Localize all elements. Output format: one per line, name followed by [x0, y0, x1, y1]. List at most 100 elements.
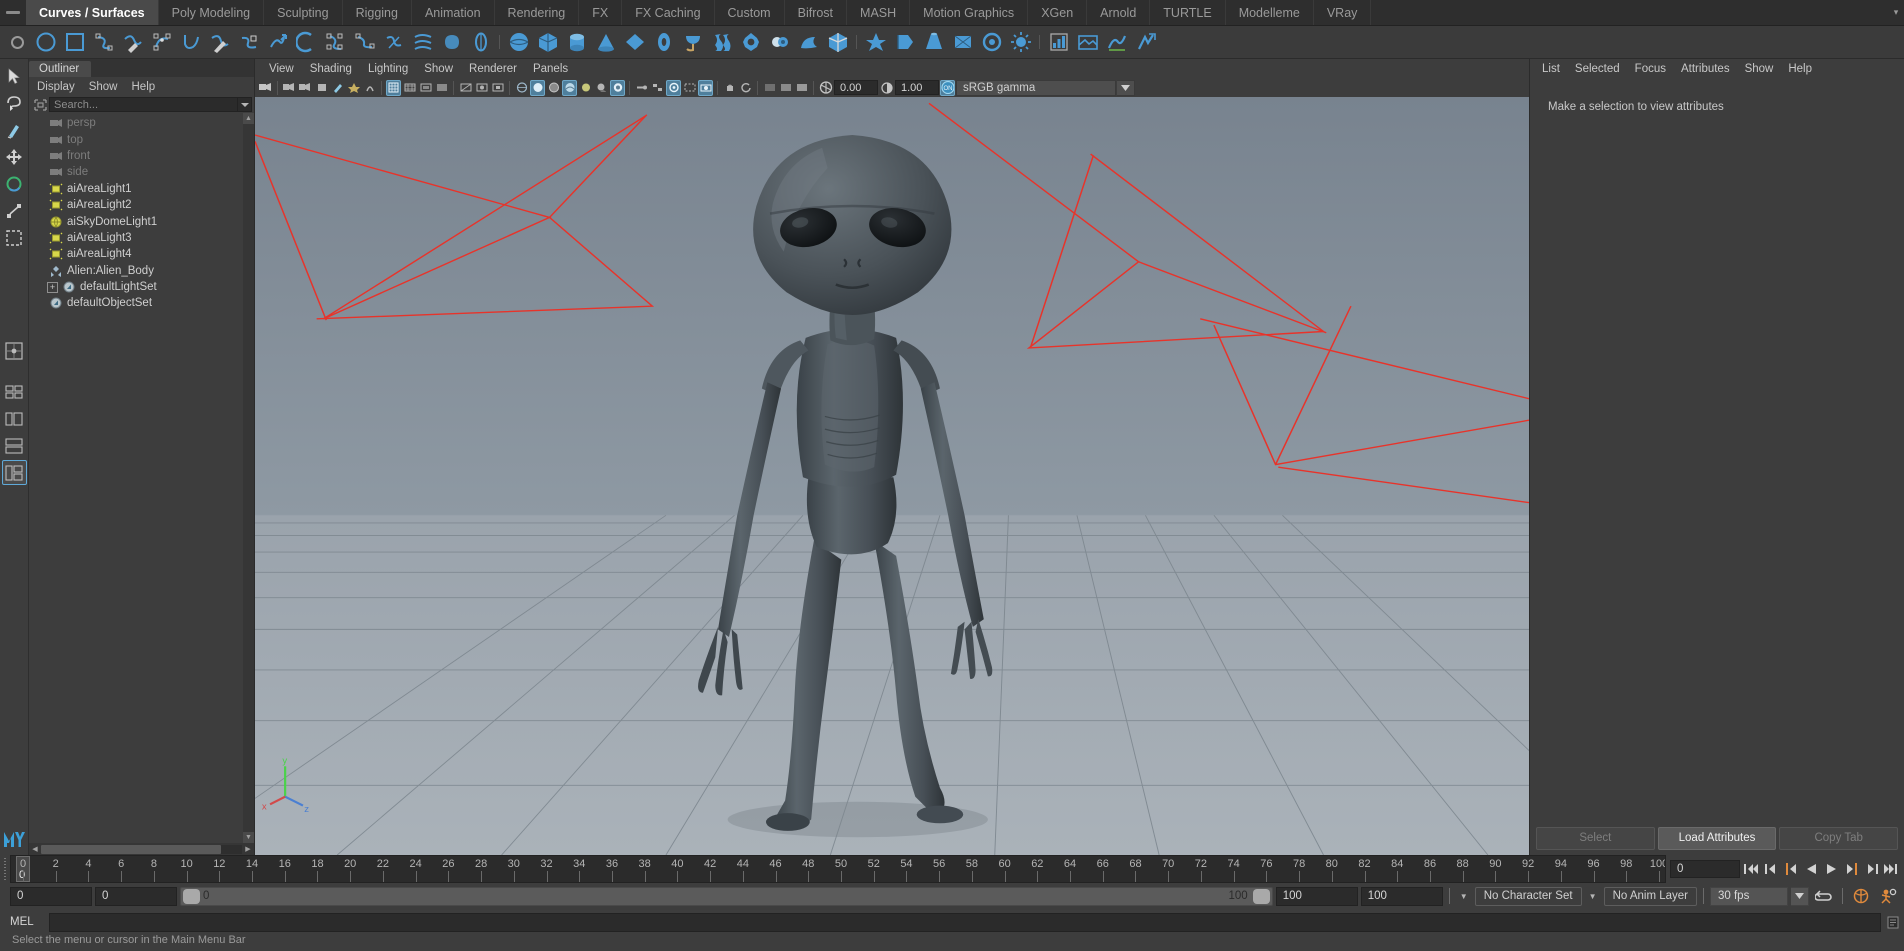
outliner-horizontal-scrollbar[interactable]: ◀ ▶ — [29, 843, 254, 855]
paint-effects-icon[interactable] — [346, 80, 361, 96]
snapshot-icon[interactable] — [698, 79, 713, 96]
xray-active-components-icon[interactable] — [490, 80, 505, 96]
outliner-item-aiarealight3[interactable]: aiAreaLight3 — [29, 230, 254, 246]
nurbs-square-icon[interactable] — [61, 29, 88, 56]
scroll-track[interactable] — [41, 844, 242, 854]
layout-hypershade-icon[interactable] — [1, 460, 27, 485]
range-slider-bar[interactable]: 0 100 — [180, 886, 1273, 906]
render-settings-icon[interactable] — [1103, 29, 1130, 56]
poly-torus-icon[interactable] — [650, 29, 677, 56]
grease-pencil-icon[interactable] — [330, 80, 345, 96]
bezier-curve-tool-icon[interactable] — [148, 29, 175, 56]
outliner-item-persp[interactable]: persp — [29, 115, 254, 131]
light-volume-icon[interactable] — [978, 29, 1005, 56]
outliner-item-aiarealight4[interactable]: aiAreaLight4 — [29, 246, 254, 262]
go-to-start-icon[interactable] — [1742, 859, 1760, 879]
outliner-menu-help[interactable]: Help — [132, 81, 156, 93]
outliner-item-defaultobjectset[interactable]: defaultObjectSet — [29, 295, 254, 311]
range-slider-left-knob[interactable] — [183, 888, 200, 904]
scroll-down-icon[interactable]: ▼ — [243, 832, 254, 843]
tab-turtle[interactable]: TURTLE — [1150, 0, 1226, 25]
scroll-right-icon[interactable]: ▶ — [242, 845, 254, 853]
rebuild-curve-icon[interactable] — [351, 29, 378, 56]
light-spot-icon[interactable] — [920, 29, 947, 56]
last-tool-used-icon[interactable] — [2, 225, 27, 250]
color-space-select[interactable]: sRGB gamma — [956, 79, 1116, 96]
tabbar-drag-handle[interactable] — [0, 0, 26, 25]
select-camera-icon[interactable] — [258, 80, 273, 96]
revolve-icon[interactable] — [467, 29, 494, 56]
poly-cube-icon[interactable] — [534, 29, 561, 56]
chevron-down-icon[interactable]: ▾ — [1888, 0, 1904, 25]
expand-icon[interactable]: + — [47, 281, 58, 293]
detach-curves-icon[interactable] — [264, 29, 291, 56]
light-ambient-icon[interactable] — [1007, 29, 1034, 56]
render-graph-icon[interactable] — [1045, 29, 1072, 56]
script-editor-icon[interactable] — [1886, 913, 1900, 932]
time-slider-grip[interactable] — [0, 855, 10, 883]
viewport-display-icon[interactable] — [778, 80, 793, 96]
character-set-chevron-icon[interactable]: ▼ — [1456, 887, 1472, 906]
step-forward-keyframe-icon[interactable] — [1862, 859, 1880, 879]
tab-modelleme[interactable]: Modelleme — [1226, 0, 1314, 25]
filter-icon[interactable] — [31, 97, 49, 112]
outliner-menu-show[interactable]: Show — [89, 81, 118, 93]
poly-plane-icon[interactable] — [621, 29, 648, 56]
outliner-tab[interactable]: Outliner — [29, 61, 92, 77]
layout-persp-graph-icon[interactable] — [2, 433, 27, 458]
tab-rigging[interactable]: Rigging — [343, 0, 412, 25]
use-lights-icon[interactable] — [578, 80, 593, 96]
resolution-gate-icon[interactable] — [418, 80, 433, 96]
outliner-list[interactable]: persp top front side aiAreaLight1 aiArea… — [29, 113, 254, 843]
step-back-frame-icon[interactable] — [1782, 859, 1800, 879]
tab-fx[interactable]: FX — [579, 0, 623, 25]
lasso-tool-icon[interactable] — [2, 90, 27, 115]
viewport-menu-lighting[interactable]: Lighting — [368, 63, 408, 75]
outliner-menu-display[interactable]: Display — [37, 81, 75, 93]
anim-layer-field[interactable]: No Anim Layer — [1603, 886, 1697, 906]
range-end-input[interactable]: 100 — [1275, 886, 1358, 906]
hypershade-icon[interactable] — [1132, 29, 1159, 56]
offset-curve-icon[interactable] — [322, 29, 349, 56]
nurbs-circle-icon[interactable] — [32, 29, 59, 56]
viewport-menu-show[interactable]: Show — [424, 63, 453, 75]
scroll-left-icon[interactable]: ◀ — [29, 845, 41, 853]
outliner-item-aiarealight2[interactable]: aiAreaLight2 — [29, 197, 254, 213]
select-tool-icon[interactable] — [2, 63, 27, 88]
planar-icon[interactable] — [438, 29, 465, 56]
layout-single-perspective-icon[interactable] — [2, 338, 27, 363]
paint-select-tool-icon[interactable] — [2, 117, 27, 142]
go-to-end-icon[interactable] — [1882, 859, 1900, 879]
tab-arnold[interactable]: Arnold — [1087, 0, 1151, 25]
poly-prism-icon[interactable] — [708, 29, 735, 56]
pencil-curve-tool-icon[interactable] — [119, 29, 146, 56]
shaded-wireframe-icon[interactable] — [546, 80, 561, 96]
light-directional-icon[interactable] — [891, 29, 918, 56]
depth-of-field-icon[interactable] — [666, 79, 681, 96]
character-set-field[interactable]: No Character Set — [1474, 886, 1582, 906]
attr-menu-list[interactable]: List — [1542, 63, 1560, 75]
poly-helix-icon[interactable] — [766, 29, 793, 56]
bookmark-icon[interactable] — [282, 80, 297, 96]
tab-poly-modeling[interactable]: Poly Modeling — [159, 0, 265, 25]
attach-curves-icon[interactable] — [235, 29, 262, 56]
shelf-options-button[interactable] — [2, 35, 32, 49]
range-slider-right-knob[interactable] — [1252, 888, 1270, 904]
poly-pyramid-icon[interactable] — [679, 29, 706, 56]
tab-custom[interactable]: Custom — [715, 0, 785, 25]
play-backwards-icon[interactable] — [1802, 859, 1820, 879]
gamma-icon[interactable] — [879, 80, 894, 96]
loop-playback-icon[interactable] — [1812, 886, 1836, 907]
exposure-input[interactable]: 0.00 — [834, 80, 878, 95]
viewport-3d[interactable]: y z x — [255, 97, 1529, 855]
frame-rate-select[interactable]: 30 fps — [1710, 886, 1788, 906]
gamma-input[interactable]: 1.00 — [895, 80, 939, 95]
outliner-item-top[interactable]: top — [29, 131, 254, 147]
outliner-item-side[interactable]: side — [29, 164, 254, 180]
gate-mask-icon[interactable] — [434, 80, 449, 96]
arc-tool-icon[interactable] — [177, 29, 204, 56]
tab-animation[interactable]: Animation — [412, 0, 495, 25]
two-d-pan-zoom-icon[interactable] — [314, 80, 329, 96]
attr-menu-attributes[interactable]: Attributes — [1681, 63, 1730, 75]
viewport-menu-shading[interactable]: Shading — [310, 63, 352, 75]
